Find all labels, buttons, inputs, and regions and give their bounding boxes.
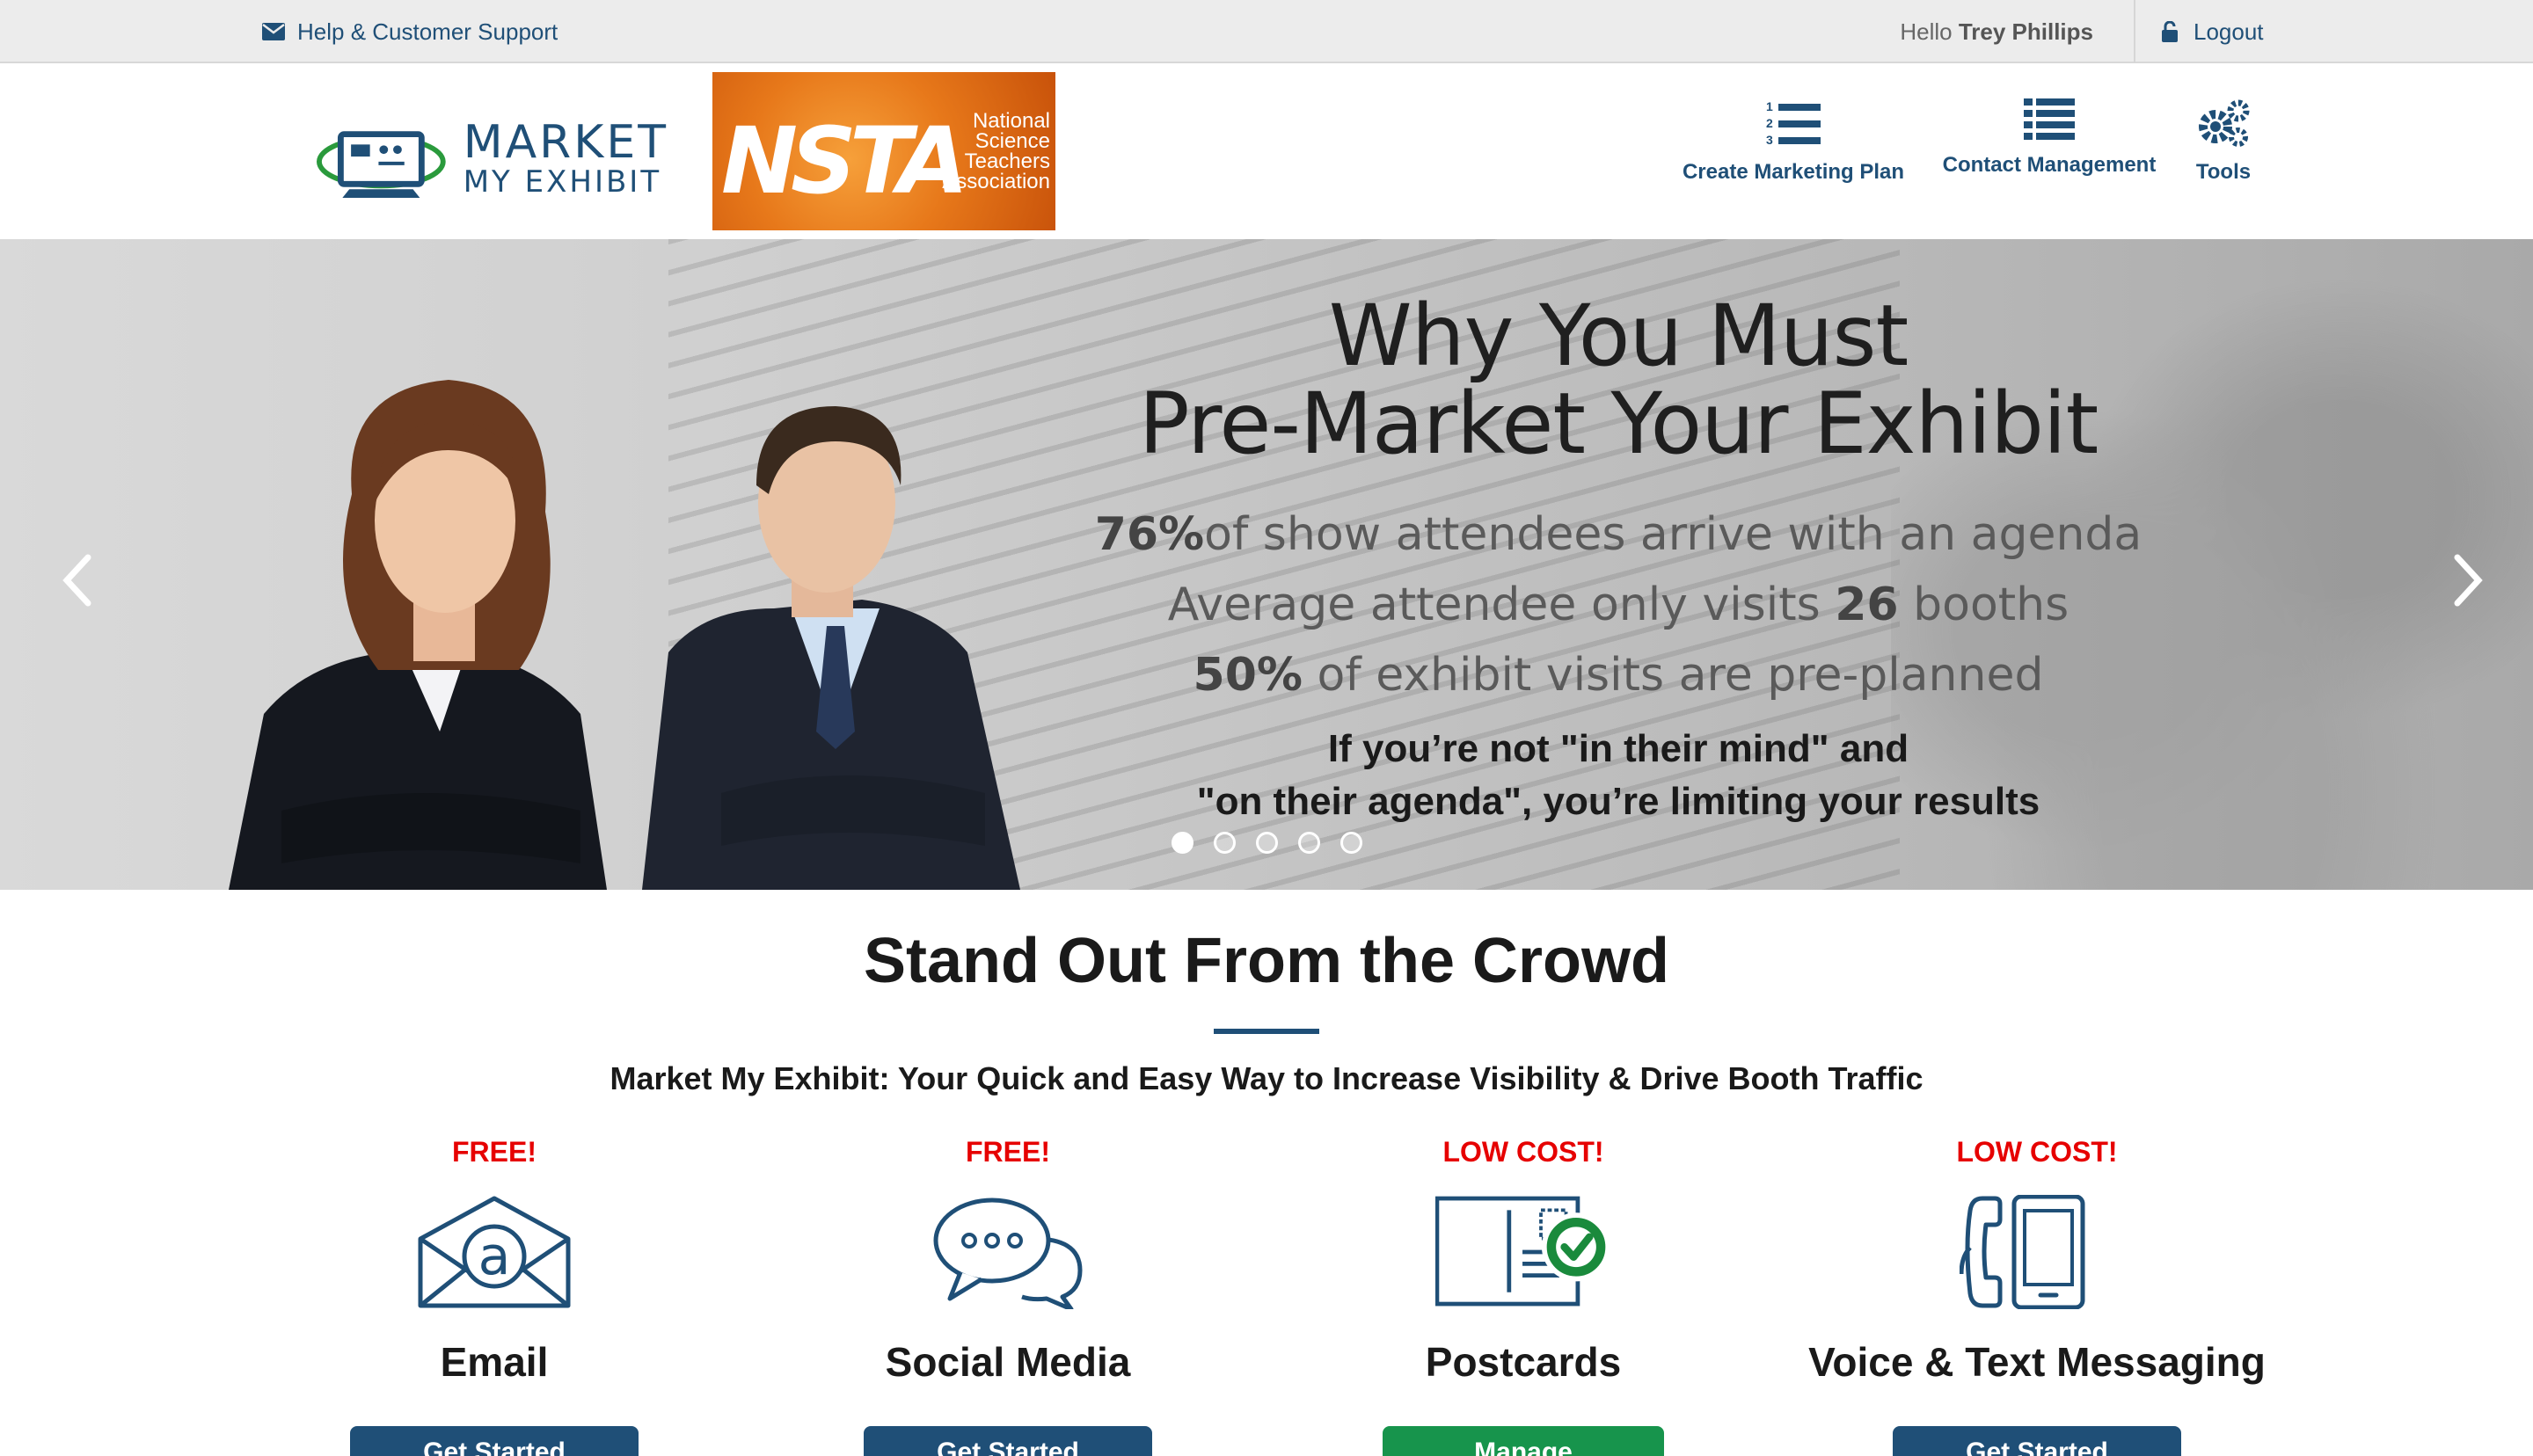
feature-postcards: LOW COST! Postcards Manage — [1277, 1134, 1770, 1456]
postcard-check-icon — [1435, 1196, 1611, 1307]
numbered-list-icon: 1 2 3 — [1766, 99, 1821, 147]
hero-carousel: Why You Must Pre-Market Your Exhibit 76%… — [0, 239, 2533, 890]
nsta-name: National Science Teachers Association — [904, 109, 1050, 193]
nav-contact-management[interactable]: Contact Management — [1935, 98, 2164, 213]
greeting-prefix: Hello — [1900, 18, 1953, 45]
carousel-dot[interactable] — [1214, 832, 1236, 854]
user-greeting: Hello Trey Phillips — [1900, 18, 2093, 46]
hero-title-line-2: Pre-Market Your Exhibit — [1138, 375, 2099, 473]
lock-icon — [2162, 21, 2178, 42]
nsta-word: Association — [942, 170, 1050, 193]
hero-cta-line-1: If you’re not "in their mind" and — [1327, 727, 1909, 770]
user-name: Trey Phillips — [1958, 18, 2093, 45]
section-title: Stand Out From the Crowd — [864, 926, 1669, 996]
list-icon — [2024, 98, 2075, 140]
logout-link[interactable]: Logout — [2162, 18, 2264, 46]
section-subtitle: Market My Exhibit: Your Quick and Easy W… — [610, 1060, 1923, 1096]
help-support-link[interactable]: Help & Customer Support — [262, 18, 558, 46]
logo-monitor-icon — [317, 131, 446, 198]
svg-text:2: 2 — [1766, 116, 1773, 130]
carousel-indicators — [1172, 832, 1362, 854]
feature-social-media: FREE! Social Media Get Started — [762, 1134, 1254, 1456]
feature-price: FREE! — [966, 1136, 1050, 1168]
logo-line-2: MY EXHIBIT — [463, 164, 662, 200]
feature-name: Social Media — [885, 1339, 1131, 1385]
stat-text: of exhibit visits are pre-planned — [1317, 649, 2044, 702]
feature-price: LOW COST! — [1442, 1136, 1604, 1168]
hero-cta-line-2: "on their agenda", you’re limiting your … — [1196, 780, 2040, 823]
stat-text: Average attendee only visits — [1167, 579, 1821, 631]
topbar-divider — [2134, 0, 2135, 63]
top-utility-bar: Help & Customer Support Hello Trey Phill… — [0, 0, 2533, 63]
nsta-word: National — [972, 109, 1050, 133]
hero-title-line-1: Why You Must — [1328, 287, 1909, 385]
help-support-label: Help & Customer Support — [297, 18, 558, 45]
nav-tools[interactable]: Tools — [2185, 98, 2262, 213]
hero-text-block: Why You Must Pre-Market Your Exhibit 76%… — [1055, 292, 2181, 828]
feature-voice-text: LOW COST! Voice & Text Messaging Get Sta… — [1791, 1134, 2283, 1456]
stat-value: 76% — [1094, 508, 1205, 561]
social-get-started-button[interactable]: Get Started — [864, 1426, 1152, 1456]
phone-icon — [1960, 1195, 2085, 1309]
chevron-right-icon — [2454, 554, 2483, 607]
carousel-dot[interactable] — [1298, 832, 1320, 854]
stat-text: of show attendees arrive with an agenda — [1204, 508, 2142, 561]
nsta-partner-logo: NSTA National Science Teachers Associati… — [712, 72, 1055, 230]
hero-stat-agenda: 76%of show attendees arrive with an agen… — [1055, 499, 2181, 570]
feature-price: LOW COST! — [1956, 1136, 2118, 1168]
gears-icon — [2199, 99, 2250, 147]
carousel-dot[interactable] — [1172, 832, 1194, 854]
feature-name: Postcards — [1425, 1339, 1622, 1385]
feature-price: FREE! — [452, 1136, 537, 1168]
nav-label: Create Marketing Plan — [1682, 160, 1905, 184]
hero-cta-text: If you’re not "in their mind" and "on th… — [1055, 723, 2181, 828]
feature-email: FREE! a Email Get Started — [248, 1134, 741, 1456]
carousel-next-button[interactable] — [2445, 545, 2489, 615]
carousel-dot[interactable] — [1340, 832, 1362, 854]
nav-label: Contact Management — [1942, 153, 2157, 177]
email-icon: a — [418, 1196, 571, 1308]
logout-label: Logout — [2194, 18, 2264, 45]
feature-name: Email — [440, 1339, 549, 1385]
hero-stat-booths: Average attendee only visits 26 booths — [1055, 570, 2181, 640]
nsta-word: Teachers — [964, 149, 1050, 173]
envelope-icon — [262, 23, 285, 40]
hero-business-people-image — [229, 380, 1020, 890]
hero-stat-preplanned: 50% of exhibit visits are pre-planned — [1055, 640, 2181, 710]
site-header: MARKET MY EXHIBIT NSTA National Science … — [0, 63, 2533, 239]
carousel-prev-button[interactable] — [56, 545, 100, 615]
nav-label: Tools — [2195, 160, 2252, 184]
feature-name: Voice & Text Messaging — [1808, 1339, 2266, 1385]
section-title-rule — [1214, 1029, 1319, 1034]
nav-create-marketing-plan[interactable]: 1 2 3 Create Marketing Plan — [1678, 98, 1909, 213]
stat-value: 26 — [1835, 579, 1899, 631]
svg-text:1: 1 — [1766, 99, 1773, 113]
svg-text:3: 3 — [1766, 133, 1773, 147]
svg-text:a: a — [478, 1226, 511, 1287]
email-get-started-button[interactable]: Get Started — [350, 1426, 639, 1456]
logo-line-1: MARKET — [463, 116, 668, 169]
chevron-left-icon — [62, 554, 91, 607]
carousel-dot[interactable] — [1256, 832, 1278, 854]
voice-get-started-button[interactable]: Get Started — [1893, 1426, 2181, 1456]
chat-bubbles-icon — [933, 1198, 1083, 1309]
stat-suffix: booths — [1913, 579, 2069, 631]
nsta-word: Science — [975, 129, 1050, 153]
stat-value: 50% — [1193, 649, 1303, 702]
postcards-manage-button[interactable]: Manage — [1383, 1426, 1664, 1456]
market-my-exhibit-logo[interactable]: MARKET MY EXHIBIT — [317, 106, 668, 211]
